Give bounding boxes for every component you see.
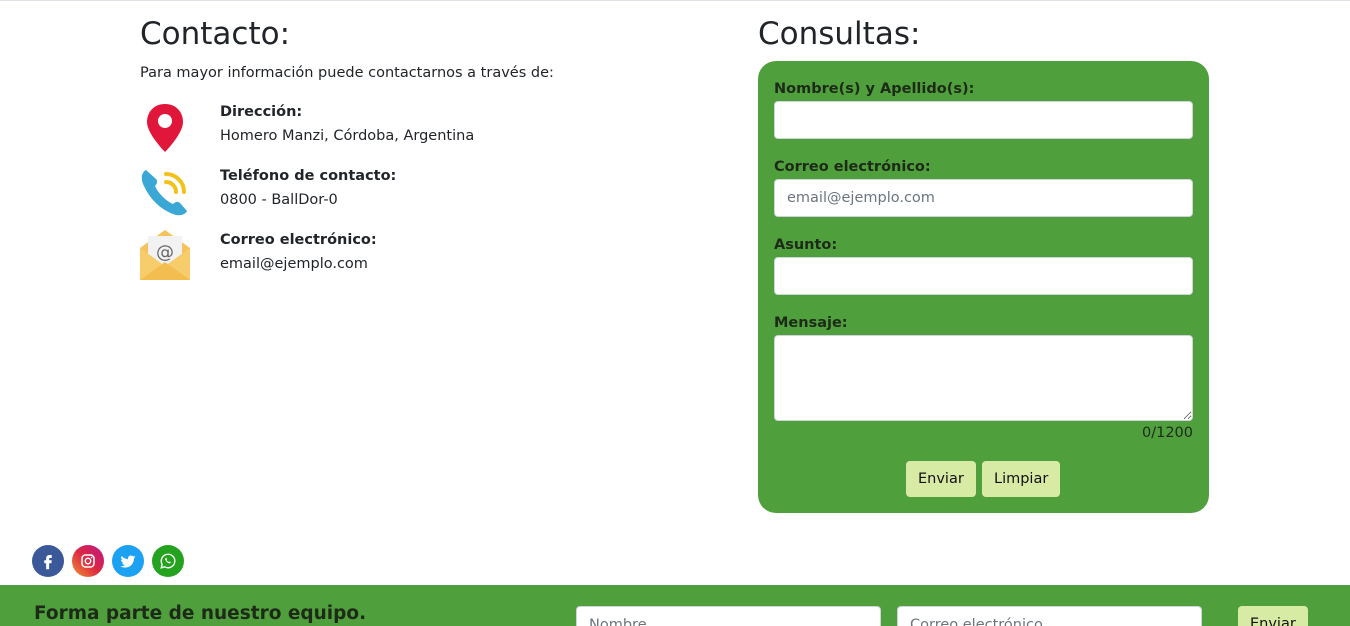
email-field-label: Correo electrónico:	[774, 159, 931, 175]
email-label: Correo electrónico:	[220, 232, 377, 248]
consultas-title: Consultas:	[758, 16, 921, 52]
name-input[interactable]	[774, 101, 1193, 139]
instagram-icon[interactable]	[72, 545, 104, 577]
newsletter-title: Forma parte de nuestro equipo.	[34, 603, 367, 624]
map-pin-icon	[140, 102, 190, 154]
top-divider	[0, 0, 1350, 1]
message-field-label: Mensaje:	[774, 315, 848, 331]
twitter-icon[interactable]	[112, 545, 144, 577]
email-input[interactable]	[774, 179, 1193, 217]
message-textarea[interactable]	[774, 335, 1193, 421]
subject-field-label: Asunto:	[774, 237, 838, 253]
newsletter-bar: Forma parte de nuestro equipo. Enviar	[0, 585, 1350, 626]
consultas-form: Nombre(s) y Apellido(s): Correo electrón…	[758, 61, 1209, 513]
facebook-icon[interactable]	[32, 545, 64, 577]
name-field-label: Nombre(s) y Apellido(s):	[774, 81, 975, 97]
contact-title: Contacto:	[140, 16, 291, 52]
newsletter-name-input[interactable]	[576, 606, 881, 626]
consultas-section: Consultas: Nombre(s) y Apellido(s): Corr…	[758, 14, 1209, 513]
whatsapp-icon[interactable]	[152, 545, 184, 577]
clear-button[interactable]: Limpiar	[982, 461, 1061, 497]
newsletter-send-button[interactable]: Enviar	[1238, 606, 1308, 626]
phone-label: Teléfono de contacto:	[220, 168, 397, 184]
message-char-counter: 0/1200	[1141, 425, 1193, 441]
contact-section: Contacto: Para mayor información puede c…	[140, 14, 700, 280]
envelope-icon: @	[140, 230, 190, 282]
subject-input[interactable]	[774, 257, 1193, 295]
phone-icon	[140, 166, 190, 218]
address-value: Homero Manzi, Córdoba, Argentina	[220, 128, 475, 144]
phone-value: 0800 - BallDor-0	[220, 192, 338, 208]
newsletter-email-input[interactable]	[897, 606, 1202, 626]
contact-intro: Para mayor información puede contactarno…	[140, 65, 554, 81]
email-value: email@ejemplo.com	[220, 256, 368, 272]
svg-text:@: @	[156, 242, 174, 263]
send-button[interactable]: Enviar	[906, 461, 976, 497]
address-label: Dirección:	[220, 104, 303, 120]
